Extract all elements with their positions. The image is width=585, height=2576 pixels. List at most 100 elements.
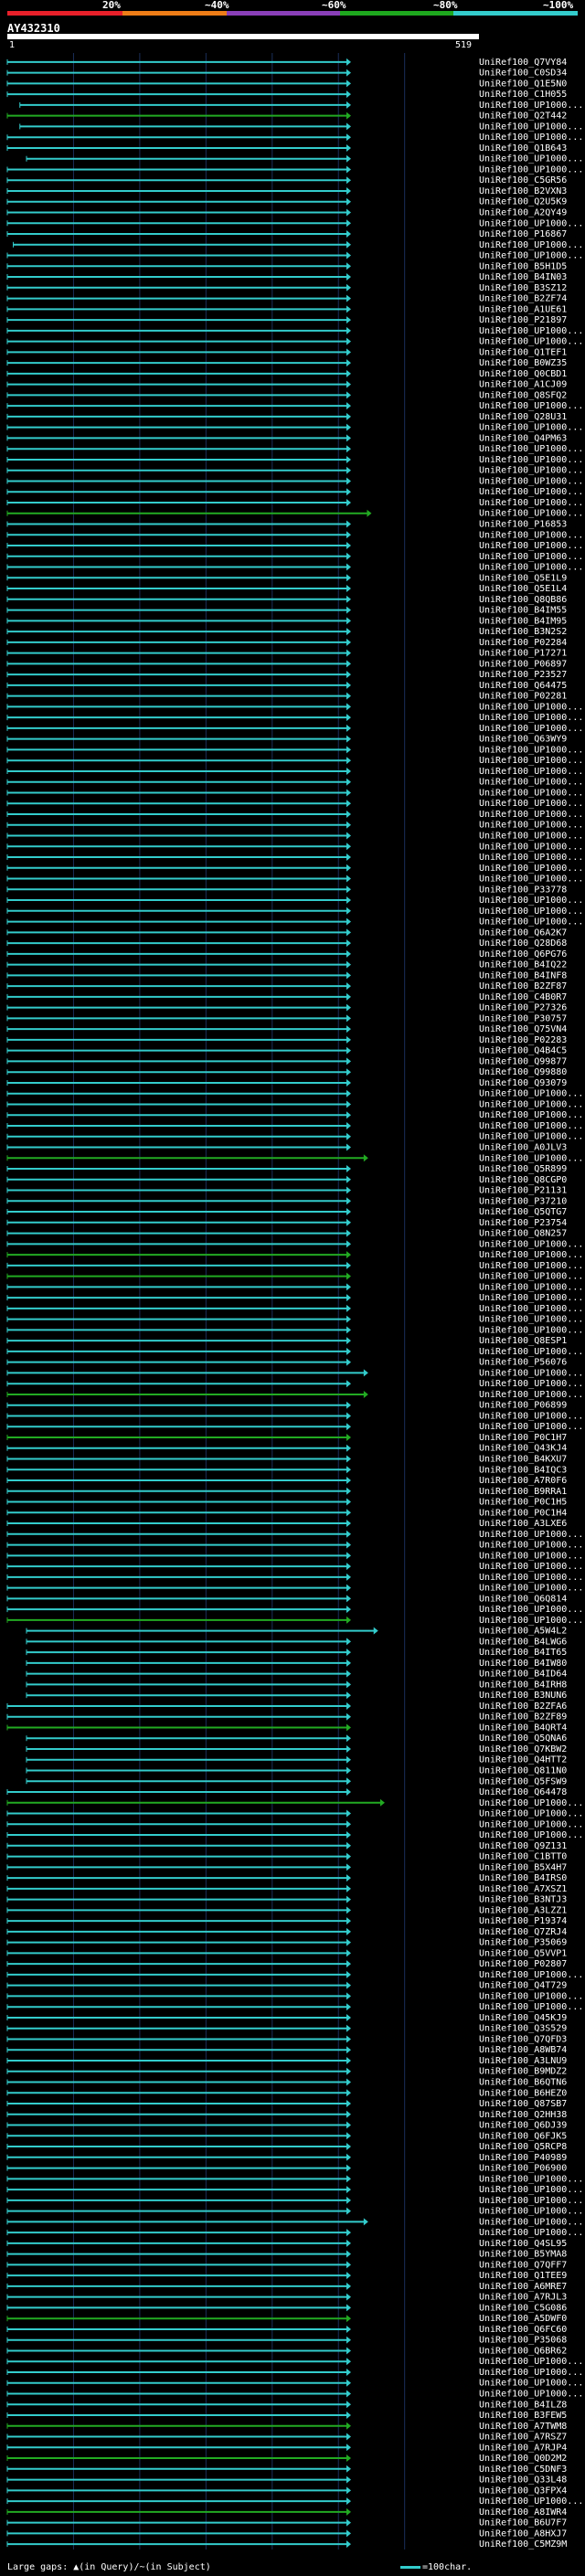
hit-label[interactable]: UniRef100_B4IQ22 xyxy=(479,960,567,970)
hit-label[interactable]: UniRef100_UP1000... xyxy=(479,530,583,540)
hit-label[interactable]: UniRef100_UP1000... xyxy=(479,154,583,164)
hit-row[interactable]: UniRef100_P23527 xyxy=(6,670,567,680)
hit-label[interactable]: UniRef100_UP1000... xyxy=(479,2174,583,2184)
hit-label[interactable]: UniRef100_Q2HH38 xyxy=(479,2110,567,2120)
hit-label[interactable]: UniRef100_C1H055 xyxy=(479,90,567,100)
hit-row[interactable]: UniRef100_Q64475 xyxy=(6,681,567,691)
hit-row[interactable]: UniRef100_Q45KJ9 xyxy=(6,2013,567,2023)
hit-row[interactable]: UniRef100_Q1TEF1 xyxy=(6,347,567,357)
hit-label[interactable]: UniRef100_A7RSZ7 xyxy=(479,2433,567,2443)
hit-label[interactable]: UniRef100_UP1000... xyxy=(479,2496,583,2507)
hit-row[interactable]: UniRef100_A3LZZ1 xyxy=(6,1905,567,1915)
hit-row[interactable]: UniRef100_Q5FSW9 xyxy=(26,1776,567,1786)
hit-row[interactable]: UniRef100_Q6A2K7 xyxy=(6,928,567,938)
hit-label[interactable]: UniRef100_Q4T729 xyxy=(479,1981,567,1991)
hit-label[interactable]: UniRef100_Q4HTT2 xyxy=(479,1755,567,1765)
hit-label[interactable]: UniRef100_A5W4L2 xyxy=(479,1627,567,1637)
hit-label[interactable]: UniRef100_Q8CGP0 xyxy=(479,1175,567,1185)
hit-row[interactable]: UniRef100_UP1000... xyxy=(6,2002,583,2012)
hit-label[interactable]: UniRef100_UP1000... xyxy=(479,101,583,111)
hit-row[interactable]: UniRef100_A8IWR4 xyxy=(6,2507,567,2518)
hit-label[interactable]: UniRef100_UP1000... xyxy=(479,896,583,906)
hit-row[interactable]: UniRef100_Q6DJ39 xyxy=(6,2121,567,2131)
hit-label[interactable]: UniRef100_UP1000... xyxy=(479,788,583,798)
hit-label[interactable]: UniRef100_UP1000... xyxy=(479,2368,583,2378)
hit-label[interactable]: UniRef100_Q5QNA6 xyxy=(479,1733,567,1744)
hit-label[interactable]: UniRef100_Q811N0 xyxy=(479,1766,567,1776)
hit-row[interactable]: UniRef100_P06899 xyxy=(6,1401,567,1411)
hit-row[interactable]: UniRef100_Q4T729 xyxy=(6,1981,567,1991)
hit-label[interactable]: UniRef100_UP1000... xyxy=(479,541,583,551)
hit-row[interactable]: UniRef100_UP1000... xyxy=(6,2228,583,2238)
hit-label[interactable]: UniRef100_UP1000... xyxy=(479,1153,583,1163)
hit-label[interactable]: UniRef100_Q4PM63 xyxy=(479,433,567,443)
hit-label[interactable]: UniRef100_UP1000... xyxy=(479,1293,583,1303)
hit-label[interactable]: UniRef100_A1UE61 xyxy=(479,304,567,314)
hit-row[interactable]: UniRef100_A1UE61 xyxy=(6,304,567,314)
hit-row[interactable]: UniRef100_Q87SB7 xyxy=(6,2099,567,2109)
hit-row[interactable]: UniRef100_UP1000... xyxy=(6,875,583,885)
hit-row[interactable]: UniRef100_UP1000... xyxy=(6,1379,583,1389)
hit-row[interactable]: UniRef100_A7TWM8 xyxy=(6,2422,567,2432)
hit-label[interactable]: UniRef100_UP1000... xyxy=(479,164,583,175)
hit-row[interactable]: UniRef100_P33778 xyxy=(6,885,567,895)
hit-row[interactable]: UniRef100_UP1000... xyxy=(6,218,583,228)
hit-row[interactable]: UniRef100_UP1000... xyxy=(6,2496,583,2507)
hit-label[interactable]: UniRef100_A7RJP4 xyxy=(479,2443,567,2453)
hit-label[interactable]: UniRef100_Q5VVP1 xyxy=(479,1948,567,1958)
hit-row[interactable]: UniRef100_A6MRE7 xyxy=(6,2282,567,2292)
hit-label[interactable]: UniRef100_Q93079 xyxy=(479,1078,567,1088)
hit-row[interactable]: UniRef100_UP1000... xyxy=(6,1282,583,1292)
hit-row[interactable]: UniRef100_P06897 xyxy=(6,659,567,669)
hit-label[interactable]: UniRef100_A8WB74 xyxy=(479,2045,567,2055)
hit-label[interactable]: UniRef100_UP1000... xyxy=(479,917,583,928)
hit-row[interactable]: UniRef100_Q99877 xyxy=(6,1056,567,1066)
hit-label[interactable]: UniRef100_UP1000... xyxy=(479,1798,583,1808)
hit-row[interactable]: UniRef100_P0C1H7 xyxy=(6,1433,567,1443)
hit-row[interactable]: UniRef100_B5YMA8 xyxy=(6,2250,567,2260)
hit-row[interactable]: UniRef100_Q4B4C5 xyxy=(6,1046,567,1056)
hit-row[interactable]: UniRef100_B4IW80 xyxy=(26,1659,567,1669)
hit-label[interactable]: UniRef100_B5YMA8 xyxy=(479,2250,567,2260)
hit-label[interactable]: UniRef100_B9MDZ2 xyxy=(479,2067,567,2077)
hit-row[interactable]: UniRef100_UP1000... xyxy=(6,1099,583,1109)
hit-label[interactable]: UniRef100_Q43KJ4 xyxy=(479,1444,567,1454)
hit-label[interactable]: UniRef100_UP1000... xyxy=(479,476,583,486)
hit-row[interactable]: UniRef100_UP1000... xyxy=(6,2217,583,2227)
hit-label[interactable]: UniRef100_P06899 xyxy=(479,1401,567,1411)
hit-label[interactable]: UniRef100_UP1000... xyxy=(479,1819,583,1829)
hit-row[interactable]: UniRef100_B2VXN3 xyxy=(6,186,567,196)
hit-label[interactable]: UniRef100_UP1000... xyxy=(479,1282,583,1292)
hit-label[interactable]: UniRef100_UP1000... xyxy=(479,2002,583,2012)
hit-row[interactable]: UniRef100_UP1000... xyxy=(6,1293,583,1303)
hit-row[interactable]: UniRef100_UP1000... xyxy=(6,1153,583,1163)
hit-row[interactable]: UniRef100_Q28U31 xyxy=(6,412,567,422)
hit-label[interactable]: UniRef100_B3NUN6 xyxy=(479,1691,567,1701)
hit-label[interactable]: UniRef100_UP1000... xyxy=(479,466,583,476)
hit-row[interactable]: UniRef100_UP1000... xyxy=(6,1132,583,1142)
hit-row[interactable]: UniRef100_Q4SL95 xyxy=(6,2239,567,2249)
hit-row[interactable]: UniRef100_UP1000... xyxy=(6,2357,583,2367)
hit-row[interactable]: UniRef100_P37210 xyxy=(6,1196,567,1206)
hit-row[interactable]: UniRef100_UP1000... xyxy=(13,240,584,250)
hit-label[interactable]: UniRef100_B4IW80 xyxy=(479,1659,567,1669)
hit-row[interactable]: UniRef100_UP1000... xyxy=(6,1584,583,1594)
hit-row[interactable]: UniRef100_UP1000... xyxy=(6,1121,583,1131)
hit-label[interactable]: UniRef100_UP1000... xyxy=(479,337,583,347)
hit-label[interactable]: UniRef100_C1BTT0 xyxy=(479,1852,567,1862)
hit-row[interactable]: UniRef100_UP1000... xyxy=(19,122,584,132)
hit-label[interactable]: UniRef100_UP1000... xyxy=(479,906,583,917)
hit-label[interactable]: UniRef100_Q64475 xyxy=(479,681,567,691)
hit-row[interactable]: UniRef100_UP1000... xyxy=(6,1605,583,1615)
hit-label[interactable]: UniRef100_UP1000... xyxy=(479,2390,583,2400)
hit-row[interactable]: UniRef100_UP1000... xyxy=(6,853,583,863)
hit-label[interactable]: UniRef100_B6QTN6 xyxy=(479,2078,567,2088)
hit-row[interactable]: UniRef100_UP1000... xyxy=(6,1562,583,1572)
hit-row[interactable]: UniRef100_A8WB74 xyxy=(6,2045,567,2055)
hit-label[interactable]: UniRef100_UP1000... xyxy=(479,1261,583,1271)
hit-label[interactable]: UniRef100_UP1000... xyxy=(479,1411,583,1421)
hit-row[interactable]: UniRef100_Q5QTG7 xyxy=(6,1207,567,1217)
hit-row[interactable]: UniRef100_Q5E1L9 xyxy=(6,573,567,583)
hit-row[interactable]: UniRef100_P35068 xyxy=(6,2336,567,2346)
hit-label[interactable]: UniRef100_B4IRS0 xyxy=(479,1873,567,1883)
